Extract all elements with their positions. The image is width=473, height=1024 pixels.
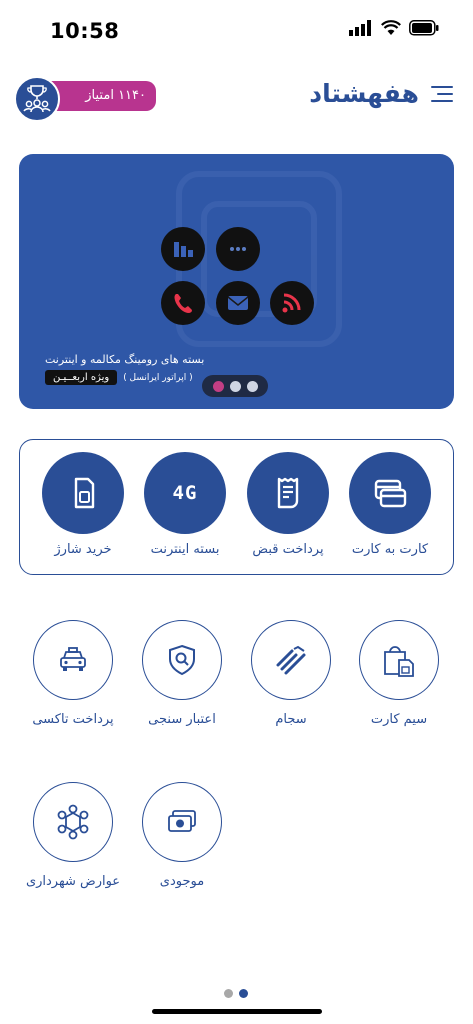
bill-payment-label: پرداخت قبض	[252, 542, 324, 557]
wifi-icon	[381, 20, 401, 35]
chart-icon	[161, 227, 205, 271]
status-icons	[349, 20, 439, 36]
banner-slide-indicator[interactable]	[202, 375, 268, 397]
card-to-card-button[interactable]: کارت به کارت	[340, 452, 440, 557]
shield-search-icon	[142, 620, 222, 700]
sim-icon	[42, 452, 124, 534]
sajam-button[interactable]: سجام	[236, 620, 346, 727]
page-dot[interactable]	[224, 989, 233, 998]
sim-card-button[interactable]: سیم کارت	[344, 620, 454, 727]
points-badge[interactable]: ۱۱۴۰ امتیاز	[14, 76, 156, 122]
sajam-label: سجام	[275, 712, 307, 727]
slide-dot[interactable]	[229, 380, 241, 392]
money-icon	[142, 782, 222, 862]
taxi-payment-button[interactable]: پرداخت تاکسی	[18, 620, 128, 727]
more-dots-icon	[216, 227, 260, 271]
battery-icon	[409, 20, 439, 36]
sim-card-label: سیم کارت	[370, 712, 428, 727]
buy-charge-button[interactable]: خرید شارژ	[33, 452, 133, 557]
home-indicator[interactable]	[152, 1009, 322, 1014]
phone-icon	[161, 281, 205, 325]
card-to-card-label: کارت به کارت	[351, 542, 429, 557]
sajam-logo-icon	[251, 620, 331, 700]
trophy-users-icon	[14, 76, 60, 122]
app-logo: هفهشتاد	[309, 79, 419, 108]
credit-score-button[interactable]: اعتبار سنجی	[127, 620, 237, 727]
mail-icon	[216, 281, 260, 325]
municipal-fees-button[interactable]: عوارض شهرداری	[18, 782, 128, 889]
internet-package-button[interactable]: 4G بسته اینترنت	[135, 452, 235, 557]
rss-icon	[270, 281, 314, 325]
cards-icon	[349, 452, 431, 534]
credit-score-label: اعتبار سنجی	[148, 712, 216, 727]
buy-charge-label: خرید شارژ	[54, 542, 112, 557]
4g-icon-text: 4G	[172, 482, 198, 504]
page-indicator[interactable]	[224, 989, 248, 998]
banner-subtitle: ( اپراتور ایرانسل ) ویژه اربعــیـن	[45, 370, 193, 385]
4g-icon: 4G	[144, 452, 226, 534]
slide-dot[interactable]	[246, 380, 258, 392]
status-time: 10:58	[50, 19, 120, 43]
sim-shop-icon	[359, 620, 439, 700]
banner-operator: ( اپراتور ایرانسل )	[123, 372, 193, 383]
hamburger-menu-icon[interactable]	[431, 86, 453, 104]
municipal-fees-label: عوارض شهرداری	[25, 874, 121, 889]
taxi-icon	[33, 620, 113, 700]
signal-icon	[349, 20, 371, 36]
bill-payment-button[interactable]: پرداخت قبض	[238, 452, 338, 557]
banner-badge: ویژه اربعــیـن	[45, 370, 118, 385]
balance-label: موجودی	[159, 874, 205, 889]
receipt-icon	[247, 452, 329, 534]
taxi-payment-label: پرداخت تاکسی	[32, 712, 114, 727]
internet-package-label: بسته اینترنت	[150, 542, 220, 557]
page-dot-active[interactable]	[239, 989, 248, 998]
banner-title: بسته های رومینگ مکالمه و اینترنت	[45, 353, 205, 366]
slide-dot[interactable]	[212, 380, 224, 392]
balance-button[interactable]: موجودی	[127, 782, 237, 889]
municipal-icon	[33, 782, 113, 862]
promo-banner[interactable]: بسته های رومینگ مکالمه و اینترنت ( اپرات…	[19, 154, 454, 409]
